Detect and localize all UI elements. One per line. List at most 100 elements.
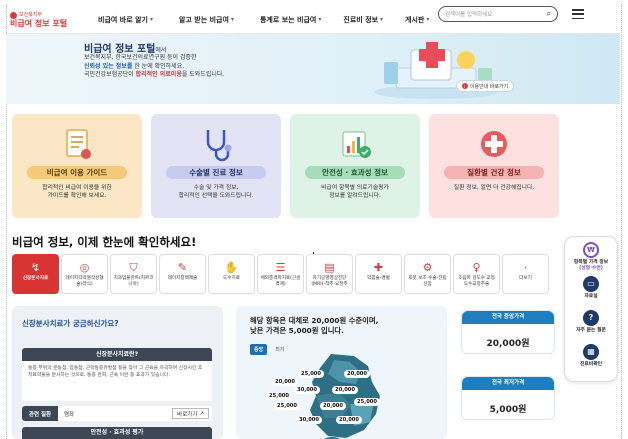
nav-label: 알고 받는 비급여 — [178, 15, 229, 24]
category-icon: ✋ — [224, 261, 239, 274]
national-median-price: 전국 중앙가격 20,000원 — [461, 310, 555, 354]
category-more[interactable]: · 더보기 — [502, 254, 549, 294]
category-tab[interactable]: ✎ 레이저창백제술 — [159, 254, 206, 294]
quick-label: 자료실 — [584, 294, 598, 299]
quick-price-info[interactable]: ₩ 항목별 가격 정보 (성형·수면) — [565, 237, 617, 271]
more-icon: · — [523, 261, 528, 274]
usage-guide-label: 이용안내 바로가기 — [469, 83, 509, 90]
region-price-label: 20,000 — [332, 386, 359, 394]
category-icon: ⛉ — [129, 261, 138, 274]
hero-title-suffix: 에서 — [155, 47, 167, 54]
price-value: 20,000원 — [486, 339, 530, 349]
card-safety-efficacy[interactable]: 안전성 · 효과성 정보 비급여 항목별 의료기술평가 정보를 알려드립니다. — [290, 114, 420, 218]
nav-item-fees[interactable]: 진료비 정보 ▾ — [343, 15, 383, 25]
logo-emblem-icon — [10, 11, 17, 19]
tab-median[interactable]: 중앙 — [250, 344, 268, 355]
hero-line-3: 국민건강보험공단이 합리적인 의료이용을 도와드립니다. — [84, 71, 224, 80]
map-summary: 해당 항목은 대체로 20,000원 수준이며, 낮은 가격은 5,000원 입니… — [250, 316, 378, 336]
region-price-label: 20,000 — [344, 370, 371, 378]
related-disease-row: 관련 질환 염좌 바로가기 ↗ — [22, 406, 212, 421]
main-nav: 비급여 바로 알기 ▾ 알고 받는 비급여 ▾ 통계로 보는 비급여 ▾ 진료비 정보… — [90, 15, 429, 25]
nav-label: 게시판 — [405, 15, 425, 24]
question-icon: ? — [583, 310, 599, 326]
category-tab[interactable]: ▤ 자기공명영상진단(MRI)-척추·요천추 — [306, 254, 353, 294]
nav-item-board[interactable]: 게시판 ▾ — [405, 15, 429, 25]
quick-fee-check[interactable]: ▦ 진료비확인 — [565, 339, 617, 373]
card-disease-health[interactable]: 질환별 건강 정보 질환 정보, 알면 더 건강해집니다. — [429, 114, 559, 218]
category-icon: ✚ — [373, 261, 384, 274]
hero-line-3-highlight: 합리적인 의료이용 — [135, 71, 182, 78]
quick-archive[interactable]: ▭ 자료실 — [565, 271, 617, 305]
map-summary-line: 낮은 가격은 5,000원 입니다. — [250, 326, 344, 335]
go-link-button[interactable]: 바로가기 ↗ — [172, 408, 209, 419]
card-surgery-info[interactable]: 수술별 진료 정보 수술 및 가격 정보, 합리적인 선택을 도와드립니다. — [151, 114, 281, 218]
category-tab[interactable]: ♀ 초음파 검도수 교정 도수교정추술 — [453, 254, 500, 294]
category-tab[interactable]: ↯ 신장분사치료 — [12, 254, 59, 294]
category-icon: ↯ — [30, 261, 41, 274]
category-tab[interactable]: ✋ 도수치료 — [208, 254, 255, 294]
category-tab[interactable]: ⛉ 치과임플란트(지르코니아) — [110, 254, 157, 294]
chevron-down-icon: ▾ — [318, 16, 322, 23]
site-logo[interactable]: 보건복지부 비급여 정보 포털 — [10, 11, 70, 28]
panel-question: 신장분사치료가 궁금하신가요? — [22, 319, 119, 328]
card-description: 합리적인 비급여 이용을 위한가이드를 확인해 보세요. — [18, 184, 136, 200]
category-label: 자기공명영상진단(MRI)-척추·요천추 — [311, 276, 348, 287]
hero-line-3-suffix: 을 도와드립니다. — [181, 71, 225, 78]
treatment-info-panel: 신장분사치료가 궁금하신가요? 신장분사치료란? 통증 부위의 운동점, 압통점… — [12, 306, 223, 439]
price-header: 전국 최저가격 — [462, 377, 554, 390]
category-icon: ♀ — [472, 261, 481, 274]
nav-item-informed[interactable]: 알고 받는 비급여 ▾ — [179, 15, 234, 25]
chevron-down-icon: ▾ — [426, 16, 430, 23]
category-icon: ✎ — [177, 261, 188, 274]
category-label: 초음파 검도수 교정 도수교정추술 — [458, 276, 495, 287]
category-label: 치과임플란트(지르코니아) — [113, 276, 154, 287]
logo-name: 비급여 정보 포털 — [10, 18, 68, 28]
region-price-label: 20,000 — [272, 378, 299, 386]
nav-item-statistics[interactable]: 통계로 보는 비급여 ▾ — [260, 15, 321, 25]
stethoscope-icon — [206, 130, 232, 162]
hero-line-2: 신뢰성 있는 정보를 한 눈에 확인하세요. — [84, 63, 224, 72]
category-label: 레이저창백제술 — [167, 276, 198, 281]
category-icon: ▤ — [324, 261, 335, 274]
category-label: 신장분사치료 — [22, 276, 49, 281]
korea-map[interactable] — [276, 352, 416, 439]
hero-line-2-rest: 한 눈에 확인하세요. — [132, 62, 185, 70]
card-description: 질환 정보, 알면 더 건강해집니다. — [435, 184, 553, 192]
search-input[interactable]: 검색어를 입력하세요. ⌕ — [438, 6, 558, 22]
hero-line-3-prefix: 국민건강보험공단이 — [84, 71, 136, 78]
usage-guide-button[interactable]: i 이용안내 바로가기 — [456, 80, 514, 92]
category-tab[interactable]: ☰ 체외충격파치료(근골격계) — [257, 254, 304, 294]
card-desc-line: 합리적인 비급여 이용을 위한 — [42, 185, 112, 191]
card-usage-guide[interactable]: 비급여 이용 가이드 합리적인 비급여 이용을 위한 가이드를 확인해 보세요. — [12, 114, 142, 218]
definition-body: 통증 부위의 운동점, 압통점, 근막통증유발점 등을 찾아 그 근육을 자극하… — [22, 361, 212, 401]
hero-line-2-highlight: 신뢰성 있는 정보를 — [84, 62, 133, 70]
card-desc-line: 가이드를 확인해 보세요. — [47, 193, 107, 199]
quick-faq[interactable]: ? 자주 묻는 질문 — [565, 305, 617, 339]
category-icon: ☰ — [275, 261, 286, 274]
card-title: 질환별 건강 정보 — [444, 166, 544, 179]
region-price-label: 25,000 — [266, 392, 293, 400]
chevron-down-icon: ▾ — [230, 16, 234, 23]
region-price-label: 30,000 — [294, 386, 321, 394]
document-icon — [66, 129, 91, 159]
nav-item-about[interactable]: 비급여 바로 알기 ▾ — [98, 15, 153, 25]
category-tab[interactable]: ◎ 레이저각막절삭성형술(라식) — [61, 254, 108, 294]
region-price-label: 20,000 — [320, 402, 347, 410]
category-tab[interactable]: ✚ 약침술-경혈 — [355, 254, 402, 294]
hero-line-1: 보건복지부, 한국보건의료연구원 등이 검증한 — [84, 54, 197, 61]
category-label: 더보기 — [519, 276, 532, 281]
price-value: 5,000원 — [489, 405, 527, 415]
menu-hamburger-icon[interactable] — [572, 9, 584, 19]
search-icon[interactable]: ⌕ — [547, 9, 551, 19]
logo-ministry: 보건복지부 — [19, 11, 43, 18]
category-icon: ⚙ — [422, 261, 433, 274]
nav-label: 통계로 보는 비급여 — [259, 15, 317, 24]
category-label: 레이저각막절삭성형술(라식) — [65, 276, 104, 287]
chart-check-icon — [342, 131, 371, 158]
category-tab[interactable]: ⚙ 로봇 보조 수술-전립선암 — [404, 254, 451, 294]
card-desc-line: 수술 및 가격 정보, — [193, 185, 239, 191]
nav-label: 비급여 바로 알기 — [98, 15, 148, 24]
card-desc-line: 정보를 알려드립니다. — [329, 193, 381, 199]
category-icon: ◎ — [79, 261, 90, 274]
category-label: 도수치료 — [223, 276, 240, 281]
